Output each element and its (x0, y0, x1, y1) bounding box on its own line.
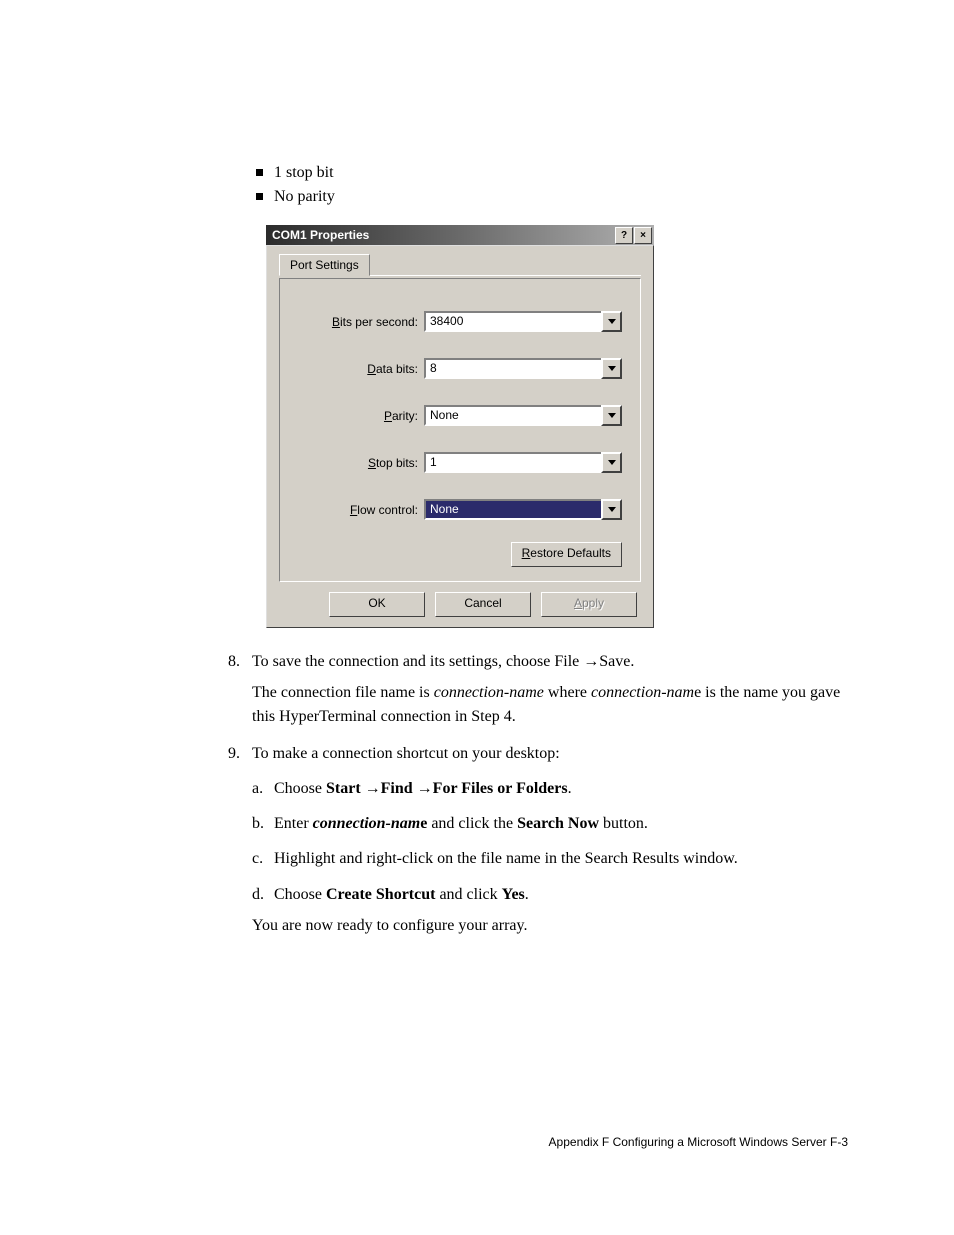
combo-parity[interactable]: None (424, 405, 622, 426)
bullet-text: No parity (274, 188, 335, 205)
dropdown-button[interactable] (601, 405, 622, 426)
instruction-steps: 8. To save the connection and its settin… (228, 650, 848, 937)
combo-stop-bits[interactable]: 1 (424, 452, 622, 473)
combo-data-bits[interactable]: 8 (424, 358, 622, 379)
cancel-button[interactable]: Cancel (435, 592, 531, 617)
substep-letter: d. (252, 883, 264, 906)
bullet-text: 1 stop bit (274, 164, 334, 181)
row-bits-per-second: Bits per second: 38400 (298, 311, 622, 332)
bullet-item: No parity (274, 186, 848, 208)
restore-defaults-button[interactable]: Restore Defaults (511, 542, 622, 567)
dropdown-button[interactable] (601, 311, 622, 332)
dropdown-button[interactable] (601, 358, 622, 379)
row-parity: Parity: None (298, 405, 622, 426)
ok-button[interactable]: OK (329, 592, 425, 617)
step-paragraph: The connection file name is connection-n… (252, 681, 848, 727)
substep-b: b. Enter connection-name and click the S… (252, 812, 848, 835)
combo-value: None (424, 499, 601, 520)
help-icon: ? (621, 230, 627, 241)
dialog-body: Port Settings Bits per second: 38400 Dat… (266, 245, 654, 628)
substep-letter: c. (252, 847, 263, 870)
row-stop-bits: Stop bits: 1 (298, 452, 622, 473)
substep-letter: b. (252, 812, 264, 835)
step-8: 8. To save the connection and its settin… (228, 650, 848, 728)
bullet-item: 1 stop bit (274, 162, 848, 184)
dropdown-button[interactable] (601, 452, 622, 473)
settings-bullet-list: 1 stop bit No parity (228, 162, 848, 207)
row-data-bits: Data bits: 8 (298, 358, 622, 379)
label-flow-control: Flow control: (298, 503, 424, 517)
step-paragraph: You are now ready to configure your arra… (252, 914, 848, 937)
dialog-title: COM1 Properties (272, 228, 369, 242)
close-button[interactable]: × (634, 227, 652, 244)
dialog-footer: OK Cancel Apply (279, 582, 641, 617)
substep-letter: a. (252, 777, 263, 800)
combo-value: 38400 (424, 311, 601, 332)
label-parity: Parity: (298, 409, 424, 423)
step-number: 8. (228, 650, 240, 673)
tabstrip: Port Settings (279, 254, 641, 276)
dialog-content-panel: Bits per second: 38400 Data bits: 8 Pari… (279, 278, 641, 582)
combo-flow-control[interactable]: None (424, 499, 622, 520)
tab-port-settings[interactable]: Port Settings (279, 254, 370, 276)
com1-properties-dialog: COM1 Properties ? × Port Settings Bits p… (266, 225, 654, 628)
close-icon: × (640, 230, 646, 241)
substep-d: d. Choose Create Shortcut and click Yes. (252, 883, 848, 906)
label-data-bits: Data bits: (298, 362, 424, 376)
step-text: To make a connection shortcut on your de… (252, 745, 560, 762)
page-footer: Appendix F Configuring a Microsoft Windo… (549, 1135, 848, 1149)
step-text: To save the connection and its settings,… (252, 653, 634, 670)
dropdown-button[interactable] (601, 499, 622, 520)
chevron-down-icon (608, 460, 616, 465)
combo-value: None (424, 405, 601, 426)
step-9: 9. To make a connection shortcut on your… (228, 742, 848, 937)
step-number: 9. (228, 742, 240, 765)
label-bits-per-second: Bits per second: (298, 315, 424, 329)
chevron-down-icon (608, 366, 616, 371)
row-flow-control: Flow control: None (298, 499, 622, 520)
substep-c: c. Highlight and right-click on the file… (252, 847, 848, 870)
combo-value: 1 (424, 452, 601, 473)
label-stop-bits: Stop bits: (298, 456, 424, 470)
dialog-titlebar[interactable]: COM1 Properties ? × (266, 225, 654, 245)
chevron-down-icon (608, 507, 616, 512)
chevron-down-icon (608, 319, 616, 324)
substep-a: a. Choose Start →Find →For Files or Fold… (252, 777, 848, 800)
apply-button[interactable]: Apply (541, 592, 637, 617)
chevron-down-icon (608, 413, 616, 418)
combo-bits-per-second[interactable]: 38400 (424, 311, 622, 332)
combo-value: 8 (424, 358, 601, 379)
help-button[interactable]: ? (615, 227, 633, 244)
